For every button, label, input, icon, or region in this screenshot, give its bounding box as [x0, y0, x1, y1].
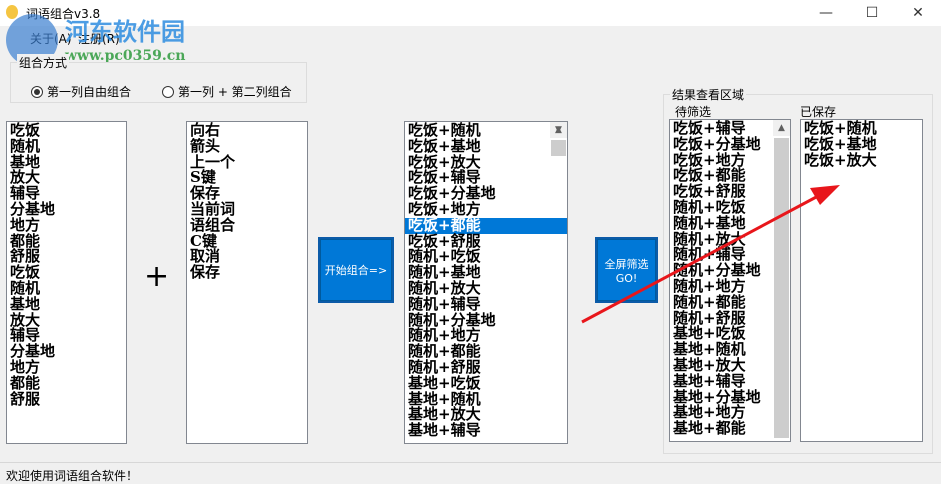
red-arrow-annotation — [581, 185, 840, 324]
status-text: 欢迎使用词语组合软件！ — [6, 469, 139, 483]
status-bar: 欢迎使用词语组合软件！ — [0, 462, 941, 484]
